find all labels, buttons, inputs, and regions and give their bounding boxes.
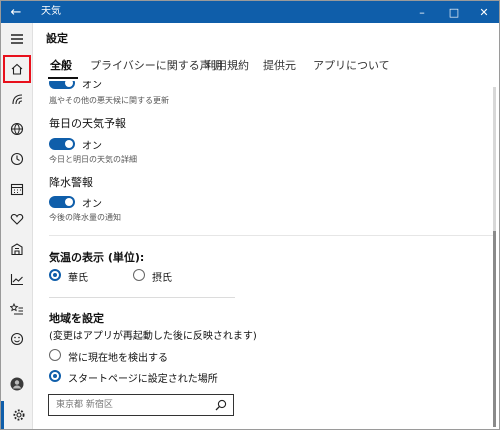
maximize-button[interactable]: □: [439, 1, 469, 23]
settings-tabs: 全般 プライバシーに関する声明 利用規約 提供元 アプリについて: [33, 51, 499, 81]
fahrenheit-label[interactable]: 華氏: [68, 269, 88, 284]
building-icon: [11, 243, 23, 256]
weather-app-window: ← 天気 – □ ✕ 設定 全般 プライバシーに関する声明 利用規約 提供元 ア…: [0, 0, 500, 430]
section-divider: [49, 235, 493, 236]
globe-icon: [10, 122, 24, 136]
settings-icon: [13, 409, 24, 421]
fahrenheit-radio[interactable]: [49, 269, 61, 281]
hamburger-menu-icon: [11, 34, 23, 44]
window-title: 天気: [41, 6, 61, 17]
location-search-input[interactable]: [56, 395, 206, 415]
home-icon: [11, 63, 23, 75]
close-icon: ✕: [479, 5, 489, 19]
celsius-label[interactable]: 摂氏: [152, 269, 172, 284]
minimize-button[interactable]: –: [407, 1, 437, 23]
rail-item-list[interactable]: [1, 295, 33, 323]
tab-credits[interactable]: 提供元: [263, 51, 296, 81]
detect-location-label[interactable]: 常に現在地を検出する: [68, 349, 168, 364]
clock-icon: [10, 152, 24, 166]
rail-item-home[interactable]: [1, 55, 33, 83]
minimize-icon: –: [419, 5, 425, 19]
precipitation-label: 降水警報: [49, 176, 93, 189]
maximize-icon: □: [448, 5, 460, 19]
calendar-icon: [10, 183, 24, 196]
heart-icon: [10, 213, 24, 225]
celsius-radio[interactable]: [133, 269, 145, 281]
rail-item-maps[interactable]: [1, 115, 33, 143]
news-icon: [12, 94, 23, 105]
tab-terms[interactable]: 利用規約: [205, 51, 249, 81]
smiley-icon: [10, 332, 24, 346]
scrollbar-thumb[interactable]: [493, 231, 496, 427]
close-button[interactable]: ✕: [469, 1, 499, 23]
precipitation-toggle-text: オン: [82, 199, 102, 210]
star-list-icon: [10, 302, 23, 315]
title-bar: ← 天気 – □ ✕: [1, 1, 499, 23]
alerts-description: 嵐やその他の悪天候に関する更新: [49, 96, 169, 105]
daily-forecast-toggle[interactable]: [49, 138, 75, 150]
location-note: (変更はアプリが再起動した後に反映されます): [49, 331, 257, 342]
alerts-toggle[interactable]: [49, 81, 75, 89]
precipitation-toggle[interactable]: [49, 196, 75, 208]
page-title: 設定: [46, 32, 68, 45]
chart-icon: [10, 274, 23, 286]
rail-item-history[interactable]: [1, 145, 33, 173]
rail-item-charts[interactable]: [1, 265, 33, 293]
detect-location-radio[interactable]: [49, 349, 61, 361]
search-icon[interactable]: [215, 399, 227, 411]
back-button[interactable]: ←: [1, 1, 31, 23]
rail-item-places[interactable]: [1, 235, 33, 263]
account-icon: [10, 377, 24, 391]
settings-content: オン 嵐やその他の悪天候に関する更新 毎日の天気予報 オン 今日と明日の天気の詳…: [33, 81, 493, 429]
alerts-toggle-text: オン: [82, 81, 102, 91]
daily-forecast-label: 毎日の天気予報: [49, 117, 126, 130]
tab-about[interactable]: アプリについて: [313, 51, 390, 81]
start-page-location-radio[interactable]: [49, 370, 61, 382]
rail-item-settings[interactable]: [1, 401, 33, 429]
start-page-location-label[interactable]: スタートページに設定された場所: [68, 370, 218, 385]
hamburger-menu-button[interactable]: [1, 25, 33, 53]
section-divider: [49, 297, 235, 298]
active-tab-indicator: [48, 77, 78, 79]
rail-item-news[interactable]: [1, 85, 33, 113]
navigation-rail: [1, 23, 33, 429]
rail-item-account[interactable]: [1, 370, 33, 398]
tab-privacy[interactable]: プライバシーに関する声明: [90, 51, 222, 81]
location-label: 地域を設定: [49, 312, 104, 325]
rail-item-calendar[interactable]: [1, 175, 33, 203]
rail-item-favorites[interactable]: [1, 205, 33, 233]
back-arrow-icon: ←: [10, 4, 22, 20]
precipitation-description: 今後の降水量の通知: [49, 213, 121, 222]
temperature-units-label: 気温の表示 (単位):: [49, 251, 145, 264]
daily-forecast-description: 今日と明日の天気の詳細: [49, 155, 137, 164]
daily-forecast-toggle-text: オン: [82, 141, 102, 152]
rail-item-feedback[interactable]: [1, 325, 33, 353]
location-search-box[interactable]: [48, 394, 234, 416]
